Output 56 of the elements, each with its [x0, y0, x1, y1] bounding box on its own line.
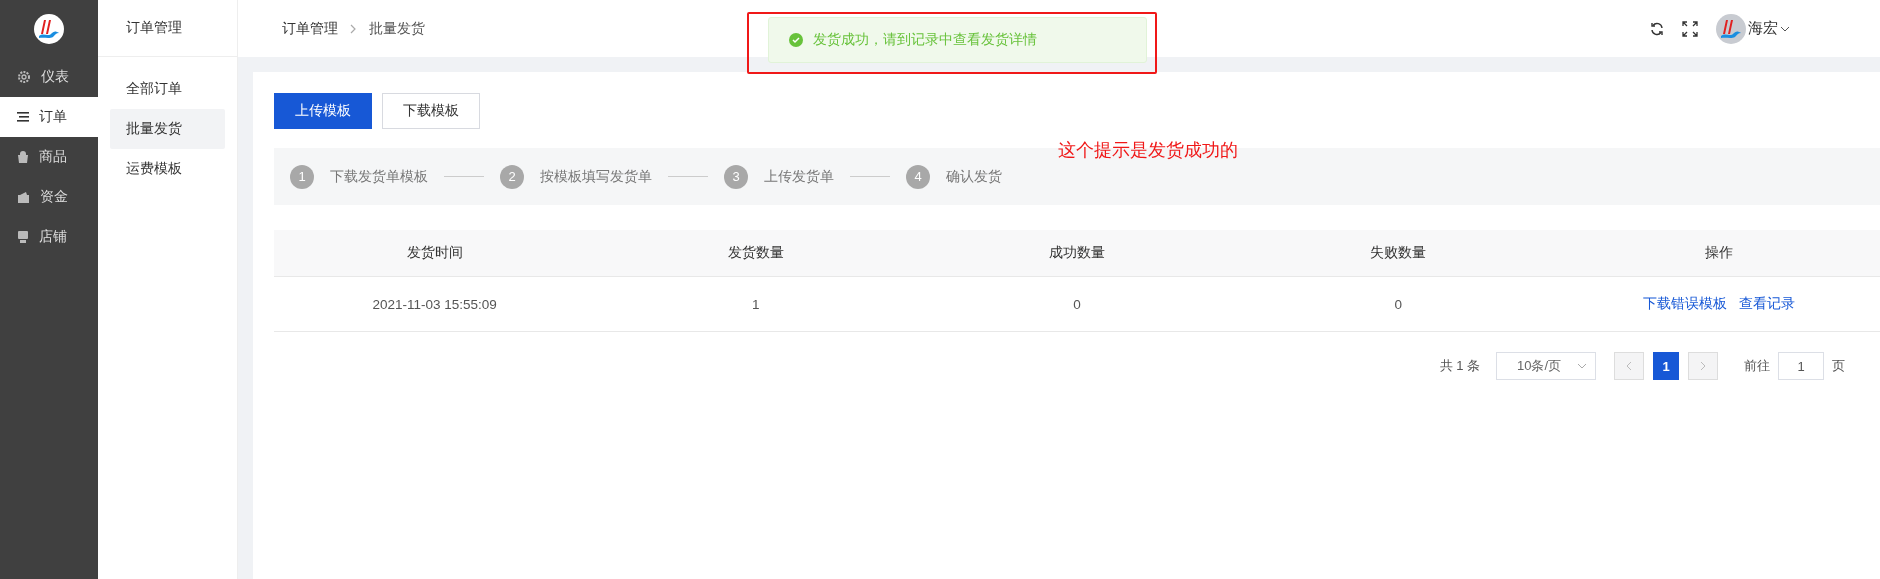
sidebar-item[interactable]: 店铺 — [0, 217, 98, 257]
page-size-select[interactable]: 10条/页 — [1496, 352, 1596, 380]
column-header: 失败数量 — [1370, 245, 1427, 260]
action-link[interactable]: 查看记录 — [1739, 295, 1796, 313]
page-suffix: 页 — [1832, 357, 1845, 375]
page-input[interactable]: 1 — [1778, 352, 1824, 380]
column-header: 操作 — [1705, 245, 1734, 260]
step-number: 2 — [500, 164, 524, 189]
step-number: 4 — [906, 164, 930, 189]
wallet-icon — [17, 191, 30, 203]
submenu-item[interactable]: 运费模板 — [110, 149, 225, 189]
chevron-icon — [350, 23, 357, 34]
sidebar-item[interactable]: 资金 — [0, 177, 98, 217]
breadcrumb-item[interactable]: 批量发货 — [369, 19, 425, 38]
submenu-item[interactable]: 全部订单 — [110, 69, 225, 109]
action-link[interactable]: 下载错误模板 — [1643, 295, 1728, 313]
step-number: 1 — [290, 164, 314, 189]
sidebar-item[interactable]: 仪表 — [0, 57, 98, 97]
goto-label: 前往 — [1744, 357, 1770, 375]
step-number: 3 — [724, 164, 748, 189]
step-label: 按模板填写发货单 — [540, 167, 652, 186]
sidebar-item[interactable]: 订单 — [0, 97, 98, 137]
chevron-right-icon — [1700, 361, 1706, 371]
submenu-item[interactable]: 批量发货 — [110, 109, 225, 149]
caret-icon — [1577, 363, 1587, 369]
bag-icon — [17, 151, 29, 163]
column-header: 发货时间 — [406, 245, 463, 260]
step-label: 上传发货单 — [764, 167, 834, 186]
table-cell: 2021-11-03 15:55:09 — [372, 296, 497, 312]
column-header: 成功数量 — [1048, 245, 1105, 260]
submenu-title: 订单管理 — [126, 19, 182, 37]
refresh-icon[interactable] — [1650, 21, 1664, 36]
breadcrumb-item[interactable]: 订单管理 — [282, 19, 338, 38]
fullscreen-icon[interactable] — [1682, 20, 1698, 37]
page-button[interactable]: 1 — [1653, 352, 1679, 380]
store-icon — [17, 231, 29, 243]
step-label: 确认发货 — [946, 167, 1002, 186]
sidebar-item[interactable]: 商品 — [0, 137, 98, 177]
total-count: 共 1 条 — [1439, 357, 1480, 375]
check-icon — [789, 33, 803, 47]
logo — [34, 13, 64, 44]
user-name[interactable]: 海宏 — [1748, 19, 1778, 38]
avatar — [1716, 13, 1746, 44]
list-icon — [17, 112, 29, 122]
download-button[interactable]: 下载模板 — [382, 93, 480, 129]
annotation-text: 这个提示是发货成功的 — [1058, 139, 1238, 162]
table-cell: 0 — [1073, 296, 1081, 312]
upload-button[interactable]: 上传模板 — [274, 93, 372, 129]
step-label: 下载发货单模板 — [330, 167, 428, 186]
success-toast: 发货成功，请到记录中查看发货详情 — [768, 17, 1147, 63]
gear-icon — [17, 70, 31, 84]
table-cell: 1 — [752, 296, 760, 312]
column-header: 发货数量 — [727, 245, 784, 260]
caret-icon[interactable] — [1780, 25, 1790, 32]
chevron-left-icon — [1626, 361, 1632, 371]
table-cell: 0 — [1394, 296, 1402, 312]
